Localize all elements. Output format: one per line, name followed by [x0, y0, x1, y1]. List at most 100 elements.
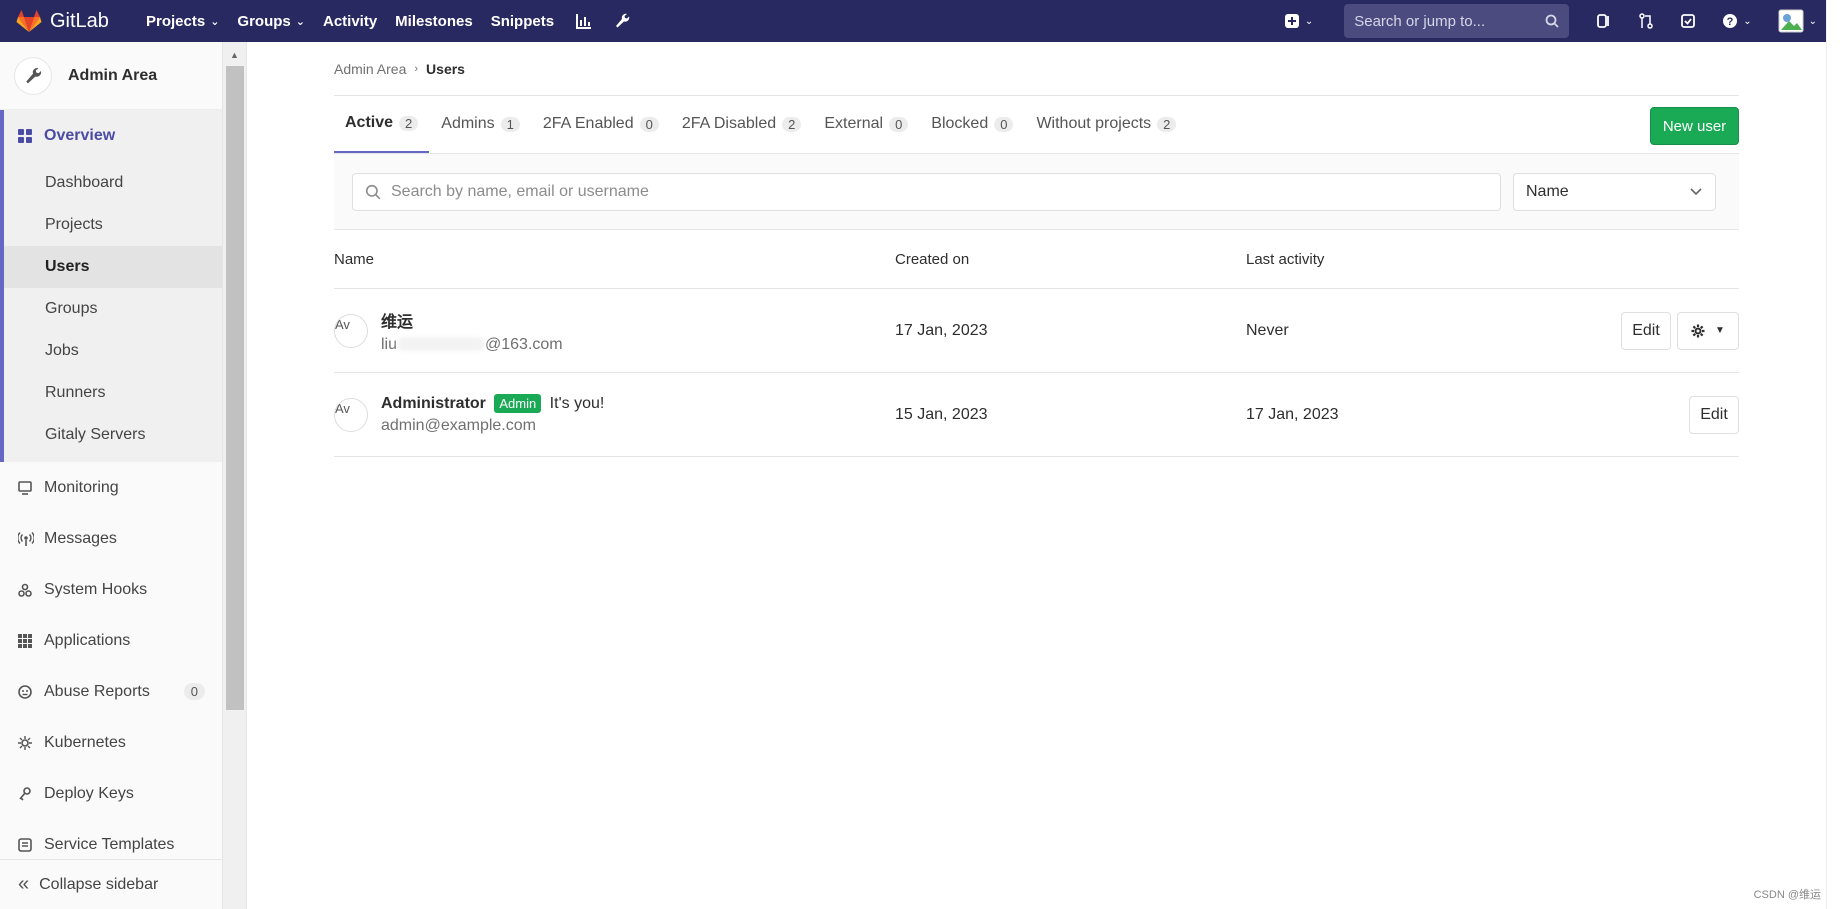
sidebar-item-monitoring[interactable]: Monitoring [0, 462, 222, 513]
sidebar-item-users[interactable]: Users [4, 246, 222, 288]
its-you-label: It's you! [549, 394, 605, 412]
nav-milestones[interactable]: Milestones [395, 13, 473, 30]
sidebar-item-label: Service Templates [44, 835, 175, 853]
user-name-row: Administrator Admin It's you! [381, 393, 605, 413]
sidebar-item-system-hooks[interactable]: System Hooks [0, 564, 222, 615]
sidebar-item-label: Deploy Keys [44, 784, 134, 802]
monitor-icon [18, 480, 34, 495]
user-name-link[interactable]: Administrator [381, 395, 486, 412]
sidebar-item-label: System Hooks [44, 580, 148, 598]
sort-dropdown[interactable]: Name [1513, 172, 1716, 211]
help-dropdown[interactable]: ? ⌄ [1722, 13, 1752, 29]
overview-grid-icon [18, 129, 34, 143]
breadcrumb-admin-area[interactable]: Admin Area [334, 61, 406, 77]
sidebar-item-jobs[interactable]: Jobs [4, 330, 222, 372]
nav-groups[interactable]: Groups ⌄ [237, 13, 305, 30]
todos-icon[interactable] [1680, 13, 1696, 29]
sidebar-item-runners[interactable]: Runners [4, 372, 222, 414]
tab-blocked[interactable]: Blocked 0 [920, 95, 1024, 153]
sidebar-header[interactable]: Admin Area [0, 42, 222, 110]
sidebar-item-groups[interactable]: Groups [4, 288, 222, 330]
page-scrollbar[interactable] [1826, 0, 1845, 909]
admin-badge: Admin [494, 393, 542, 413]
nav-snippets[interactable]: Snippets [491, 13, 554, 30]
chevron-down-icon: ⌄ [1304, 15, 1314, 27]
apps-grid-icon [18, 633, 34, 648]
scroll-up-arrow-icon[interactable]: ▲ [230, 50, 239, 60]
tab-2fa-disabled[interactable]: 2FA Disabled 2 [671, 95, 813, 153]
user-name-link[interactable]: 维运 [381, 308, 563, 332]
sort-value: Name [1526, 182, 1569, 200]
gitlab-logo[interactable]: GitLab [16, 9, 128, 33]
sidebar-item-label: Applications [44, 631, 131, 649]
sidebar-item-projects[interactable]: Projects [4, 204, 222, 246]
admin-wrench-icon[interactable] [614, 13, 630, 29]
main-nav: Projects ⌄ Groups ⌄ Activity Milestones Sn… [128, 13, 630, 30]
user-search-input[interactable]: Search by name, email or username [352, 172, 1501, 211]
user-menu[interactable]: ⌄ [1778, 9, 1817, 33]
admin-area-avatar [14, 56, 52, 95]
sidebar-item-abuse-reports[interactable]: Abuse Reports 0 [0, 666, 222, 717]
sidebar-item-gitaly-servers[interactable]: Gitaly Servers [4, 414, 222, 456]
sidebar-item-label: Monitoring [44, 478, 119, 496]
user-email: liu @163.com [381, 336, 563, 354]
sidebar-item-deploy-keys[interactable]: Deploy Keys [0, 768, 222, 819]
chevron-down-icon: ⌄ [295, 15, 305, 28]
tab-without-projects[interactable]: Without projects 2 [1025, 95, 1187, 153]
edit-user-button[interactable]: Edit [1621, 311, 1671, 350]
user-email-prefix: liu [381, 335, 398, 353]
column-header-created: Created on [895, 250, 970, 268]
global-search-input[interactable]: Search or jump to... [1344, 4, 1570, 38]
search-icon [365, 184, 381, 200]
svg-text:?: ? [1727, 16, 1734, 28]
sidebar-item-dashboard[interactable]: Dashboard [4, 162, 222, 204]
created-on: 15 Jan, 2023 [895, 405, 988, 423]
plus-square-icon [1284, 14, 1299, 28]
breadcrumb-current[interactable]: Users [426, 61, 465, 77]
wrench-icon [26, 67, 42, 83]
tab-2fa-enabled[interactable]: 2FA Enabled 0 [532, 95, 670, 153]
sidebar-item-applications[interactable]: Applications [0, 615, 222, 666]
tab-count-badge: 0 [639, 116, 659, 132]
tab-active[interactable]: Active 2 [334, 95, 430, 153]
sidebar-item-overview-label: Overview [44, 127, 116, 144]
tab-external[interactable]: External 0 [813, 95, 919, 153]
sidebar-item-kubernetes[interactable]: Kubernetes [0, 717, 222, 768]
user-filter-tabs: Active 2 Admins 1 2FA Enabled 0 2FA Disable… [334, 96, 1739, 154]
created-on: 17 Jan, 2023 [895, 321, 988, 339]
collapse-sidebar-button[interactable]: « Collapse sidebar [0, 859, 222, 909]
breadcrumb: Admin Area › Users [334, 42, 1739, 96]
admin-sidebar: Admin Area Overview Dashboard Projects U… [0, 42, 223, 909]
nav-activity[interactable]: Activity [323, 13, 377, 30]
user-email-suffix: @163.com [485, 335, 563, 353]
sidebar-overview-section: Overview Dashboard Projects Users Groups… [0, 110, 222, 462]
tab-label: Admins [441, 115, 495, 132]
column-header-name: Name [334, 250, 375, 268]
new-user-button[interactable]: New user [1650, 107, 1739, 145]
new-dropdown[interactable]: ⌄ [1284, 13, 1313, 29]
avatar[interactable]: Av [334, 313, 368, 348]
tab-label: 2FA Disabled [681, 115, 777, 132]
merge-requests-icon[interactable] [1638, 13, 1654, 29]
avatar[interactable]: Av [334, 397, 368, 432]
issues-icon[interactable] [1596, 13, 1612, 29]
collapse-sidebar-label: Collapse sidebar [39, 875, 159, 893]
tab-label: External [824, 115, 884, 132]
tab-admins[interactable]: Admins 1 [430, 95, 531, 153]
users-table-header: Name Created on Last activity [334, 230, 1739, 289]
sidebar-scrollbar[interactable]: ▲ [223, 42, 247, 909]
tab-label: Without projects [1036, 115, 1152, 132]
nav-projects[interactable]: Projects ⌄ [146, 13, 219, 30]
tab-count-badge: 0 [889, 116, 909, 132]
table-row: Av 维运 liu @163.com 17 Jan, 2023 Never Edi… [334, 289, 1739, 373]
sidebar-scrollbar-thumb[interactable] [226, 66, 244, 710]
sidebar-item-messages[interactable]: Messages [0, 513, 222, 564]
top-navbar: GitLab Projects ⌄ Groups ⌄ Activity Milest… [0, 0, 1845, 42]
edit-user-button[interactable]: Edit [1689, 395, 1739, 434]
chart-icon[interactable] [576, 13, 592, 29]
sidebar-item-overview[interactable]: Overview [4, 110, 222, 162]
global-search-placeholder: Search or jump to... [1354, 12, 1486, 30]
chevron-right-icon: › [414, 62, 419, 75]
broadcast-icon [18, 531, 34, 546]
user-settings-dropdown[interactable]: ▼ [1677, 311, 1739, 350]
